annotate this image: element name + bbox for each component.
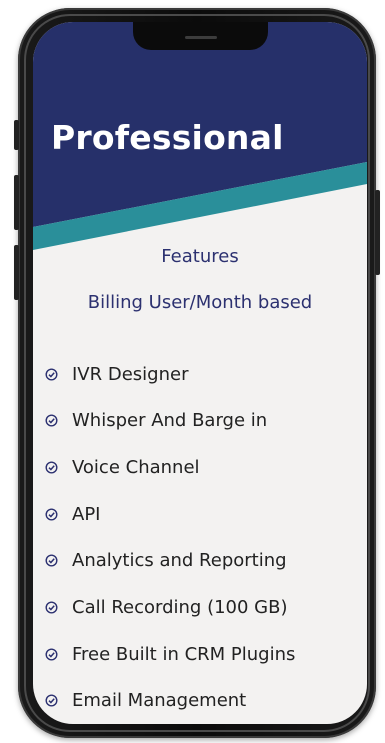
feature-label: Free Built in CRM Plugins (72, 643, 296, 665)
volume-down-button (14, 245, 19, 300)
feature-item: Voice Channel (45, 453, 200, 481)
billing-note: Billing User/Month based (87, 292, 313, 313)
feature-item: Whisper And Barge in (45, 406, 267, 434)
feature-label: Analytics and Reporting (72, 549, 287, 571)
feature-label: IVR Designer (72, 363, 189, 385)
feature-item: Analytics and Reporting (45, 546, 287, 574)
feature-item: API (45, 500, 100, 528)
feature-label: API (72, 503, 101, 525)
volume-up-button (14, 175, 19, 230)
mute-switch (14, 120, 19, 150)
power-button (375, 190, 380, 275)
check-circle-icon (45, 367, 58, 381)
feature-label: Call Recording (100 GB) (72, 596, 288, 618)
check-circle-icon (45, 693, 58, 707)
phone-screen: Professional Features Billing User/Month… (33, 22, 367, 724)
feature-label: Whisper And Barge in (72, 409, 268, 431)
feature-item: Call Recording (100 GB) (45, 593, 288, 621)
check-circle-icon (45, 507, 58, 521)
plan-title: Professional (51, 118, 284, 157)
check-circle-icon (45, 600, 58, 614)
check-circle-icon (45, 647, 58, 661)
feature-item: Free Built in CRM Plugins (45, 640, 295, 668)
feature-item: Email Management (45, 686, 246, 714)
check-circle-icon (45, 413, 58, 427)
check-circle-icon (45, 553, 58, 567)
feature-item: IVR Designer (45, 360, 188, 388)
feature-label: Voice Channel (72, 456, 200, 478)
check-circle-icon (45, 460, 58, 474)
features-heading: Features (161, 246, 239, 267)
speaker-grille (185, 36, 217, 39)
feature-label: Email Management (72, 689, 247, 711)
